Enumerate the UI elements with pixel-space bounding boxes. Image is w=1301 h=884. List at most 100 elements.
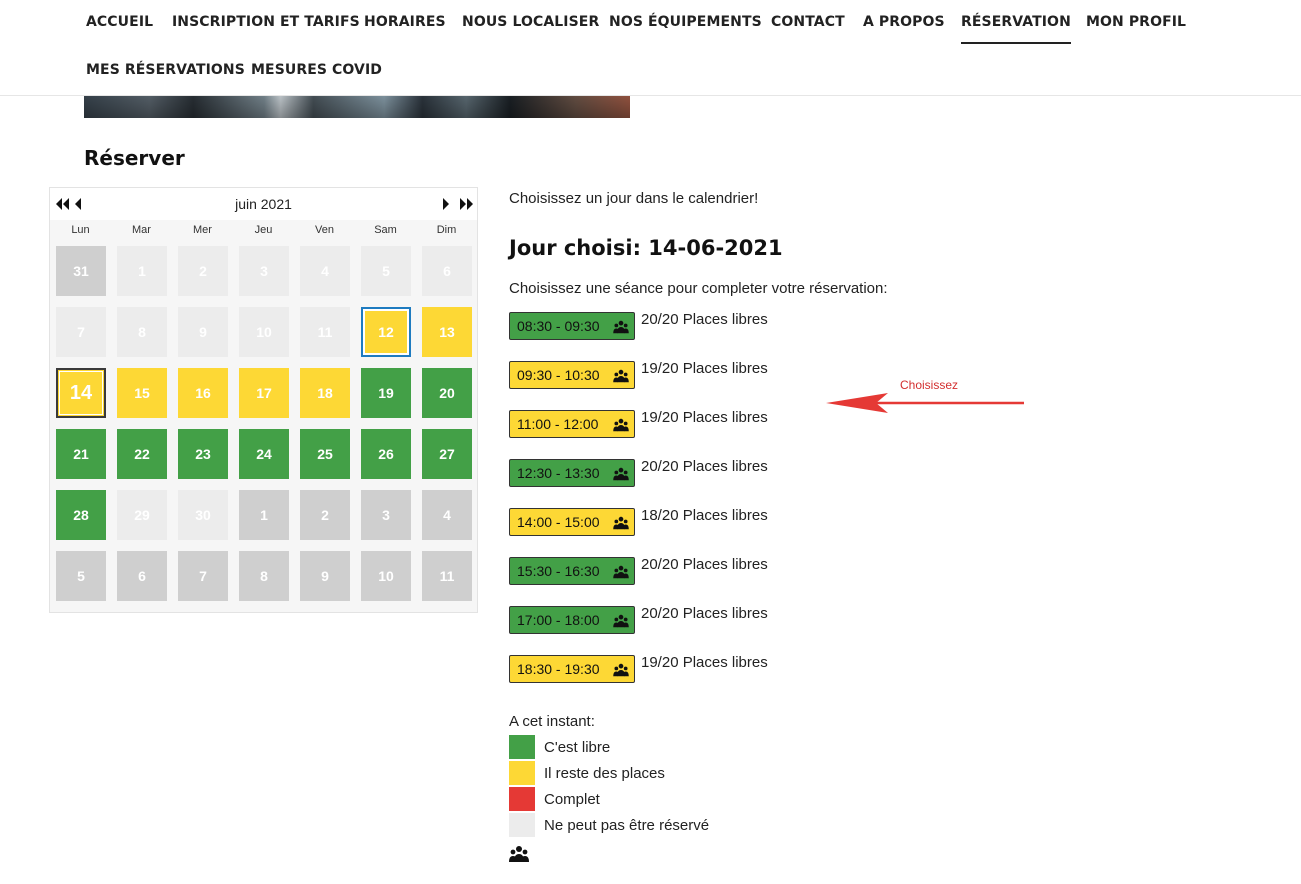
nav-nos-equipements[interactable]: NOS ÉQUIPEMENTS [609,14,762,30]
session-places: 20/20 Places libres [641,556,768,573]
calendar-day-selected[interactable]: 14 [56,368,106,418]
weekday-header: Jeu [254,224,273,236]
calendar-day[interactable]: 18 [300,368,350,418]
session-places: 19/20 Places libres [641,654,768,671]
calendar-day[interactable]: 19 [361,368,411,418]
chosen-day-label: Jour choisi: [509,236,641,260]
calendar-day[interactable]: 7 [178,551,228,601]
calendar-day[interactable]: 28 [56,490,106,540]
weekday-header: Sam [374,224,397,236]
annotation-label: Choisissez [900,378,959,392]
calendar-day[interactable]: 8 [117,307,167,357]
session-places: 19/20 Places libres [641,409,768,426]
calendar-day[interactable]: 6 [117,551,167,601]
day-instruction: Choisissez un jour dans le calendrier! [509,190,759,207]
calendar-day[interactable]: 8 [239,551,289,601]
calendar-day[interactable]: 21 [56,429,106,479]
calendar-day[interactable]: 17 [239,368,289,418]
calendar-day[interactable]: 9 [300,551,350,601]
session-places: 20/20 Places libres [641,605,768,622]
calendar-day[interactable]: 1 [117,246,167,296]
legend-swatch-complet [509,787,535,811]
calendar-day[interactable]: 20 [422,368,472,418]
nav-mes-reservations[interactable]: MES RÉSERVATIONS [86,62,245,78]
calendar-day[interactable]: 10 [361,551,411,601]
calendar-day[interactable]: 12 [361,307,411,357]
calendar-day[interactable]: 6 [422,246,472,296]
main-navigation: ACCUEIL INSCRIPTION ET TARIFS HORAIRES N… [0,0,1301,96]
calendar-day[interactable]: 13 [422,307,472,357]
calendar-day[interactable]: 11 [422,551,472,601]
group-people-icon [613,320,629,334]
legend-label-complet: Complet [544,791,600,808]
group-people-icon [613,516,629,530]
session-slot-button[interactable]: 09:30 - 10:30 [509,361,635,389]
calendar-day[interactable]: 7 [56,307,106,357]
calendar-day[interactable]: 2 [300,490,350,540]
session-slot-button[interactable]: 18:30 - 19:30 [509,655,635,683]
calendar-day[interactable]: 31 [56,246,106,296]
session-time: 12:30 - 13:30 [517,465,600,481]
legend-label-non-reservable: Ne peut pas être réservé [544,817,710,834]
nav-horaires[interactable]: HORAIRES [364,14,446,30]
group-people-icon [613,418,629,432]
session-slot-button[interactable]: 12:30 - 13:30 [509,459,635,487]
session-instruction: Choisissez une séance pour completer vot… [509,280,888,297]
nav-nous-localiser[interactable]: NOUS LOCALISER [462,14,599,30]
calendar-day[interactable]: 11 [300,307,350,357]
calendar-day[interactable]: 5 [56,551,106,601]
calendar-day[interactable]: 4 [422,490,472,540]
session-time: 17:00 - 18:00 [517,612,600,628]
calendar-day[interactable]: 15 [117,368,167,418]
legend-swatch-libre [509,735,535,759]
next-year-icon[interactable] [457,197,475,211]
calendar-day[interactable]: 3 [239,246,289,296]
chosen-day-date: 14-06-2021 [648,236,783,260]
legend-swatch-non-reservable [509,813,535,837]
calendar-day[interactable]: 5 [361,246,411,296]
calendar-day[interactable]: 29 [117,490,167,540]
weekday-header: Mar [132,224,151,236]
nav-inscription-tarifs[interactable]: INSCRIPTION ET TARIFS [172,14,360,30]
group-people-icon [613,663,629,677]
session-time: 11:00 - 12:00 [517,416,599,432]
calendar-day[interactable]: 26 [361,429,411,479]
calendar-day[interactable]: 23 [178,429,228,479]
nav-mesures-covid[interactable]: MESURES COVID [251,62,382,78]
calendar-day[interactable]: 22 [117,429,167,479]
calendar-day[interactable]: 9 [178,307,228,357]
weekday-header: Lun [71,224,90,236]
nav-mon-profil[interactable]: MON PROFIL [1086,14,1186,30]
calendar-day[interactable]: 10 [239,307,289,357]
next-month-icon[interactable] [440,197,452,211]
calendar-day[interactable]: 30 [178,490,228,540]
nav-a-propos[interactable]: A PROPOS [863,14,945,30]
chosen-day-heading: Jour choisi: 14-06-2021 [509,236,783,260]
session-slot-button[interactable]: 08:30 - 09:30 [509,312,635,340]
session-time: 18:30 - 19:30 [517,661,600,677]
weekday-header: Mer [193,224,212,236]
session-places: 19/20 Places libres [641,360,768,377]
group-people-icon [613,369,629,383]
nav-reservation[interactable]: RÉSERVATION [961,14,1071,44]
session-slot-button[interactable]: 14:00 - 15:00 [509,508,635,536]
calendar-day[interactable]: 24 [239,429,289,479]
calendar-day[interactable]: 1 [239,490,289,540]
group-people-icon [613,467,629,481]
calendar-day[interactable]: 4 [300,246,350,296]
session-slot-button[interactable]: 11:00 - 12:00 [509,410,635,438]
calendar-day[interactable]: 3 [361,490,411,540]
calendar-day[interactable]: 25 [300,429,350,479]
weekday-header: Ven [315,224,334,236]
nav-accueil[interactable]: ACCUEIL [86,14,153,30]
red-arrow-icon [826,393,1024,413]
session-slot-button[interactable]: 15:30 - 16:30 [509,557,635,585]
calendar-day[interactable]: 27 [422,429,472,479]
session-slot-button[interactable]: 17:00 - 18:00 [509,606,635,634]
calendar-day[interactable]: 2 [178,246,228,296]
calendar-day[interactable]: 16 [178,368,228,418]
session-time: 08:30 - 09:30 [517,318,600,334]
legend-title: A cet instant: [509,713,595,730]
legend-label-libre: C'est libre [544,739,611,756]
nav-contact[interactable]: CONTACT [771,14,845,30]
